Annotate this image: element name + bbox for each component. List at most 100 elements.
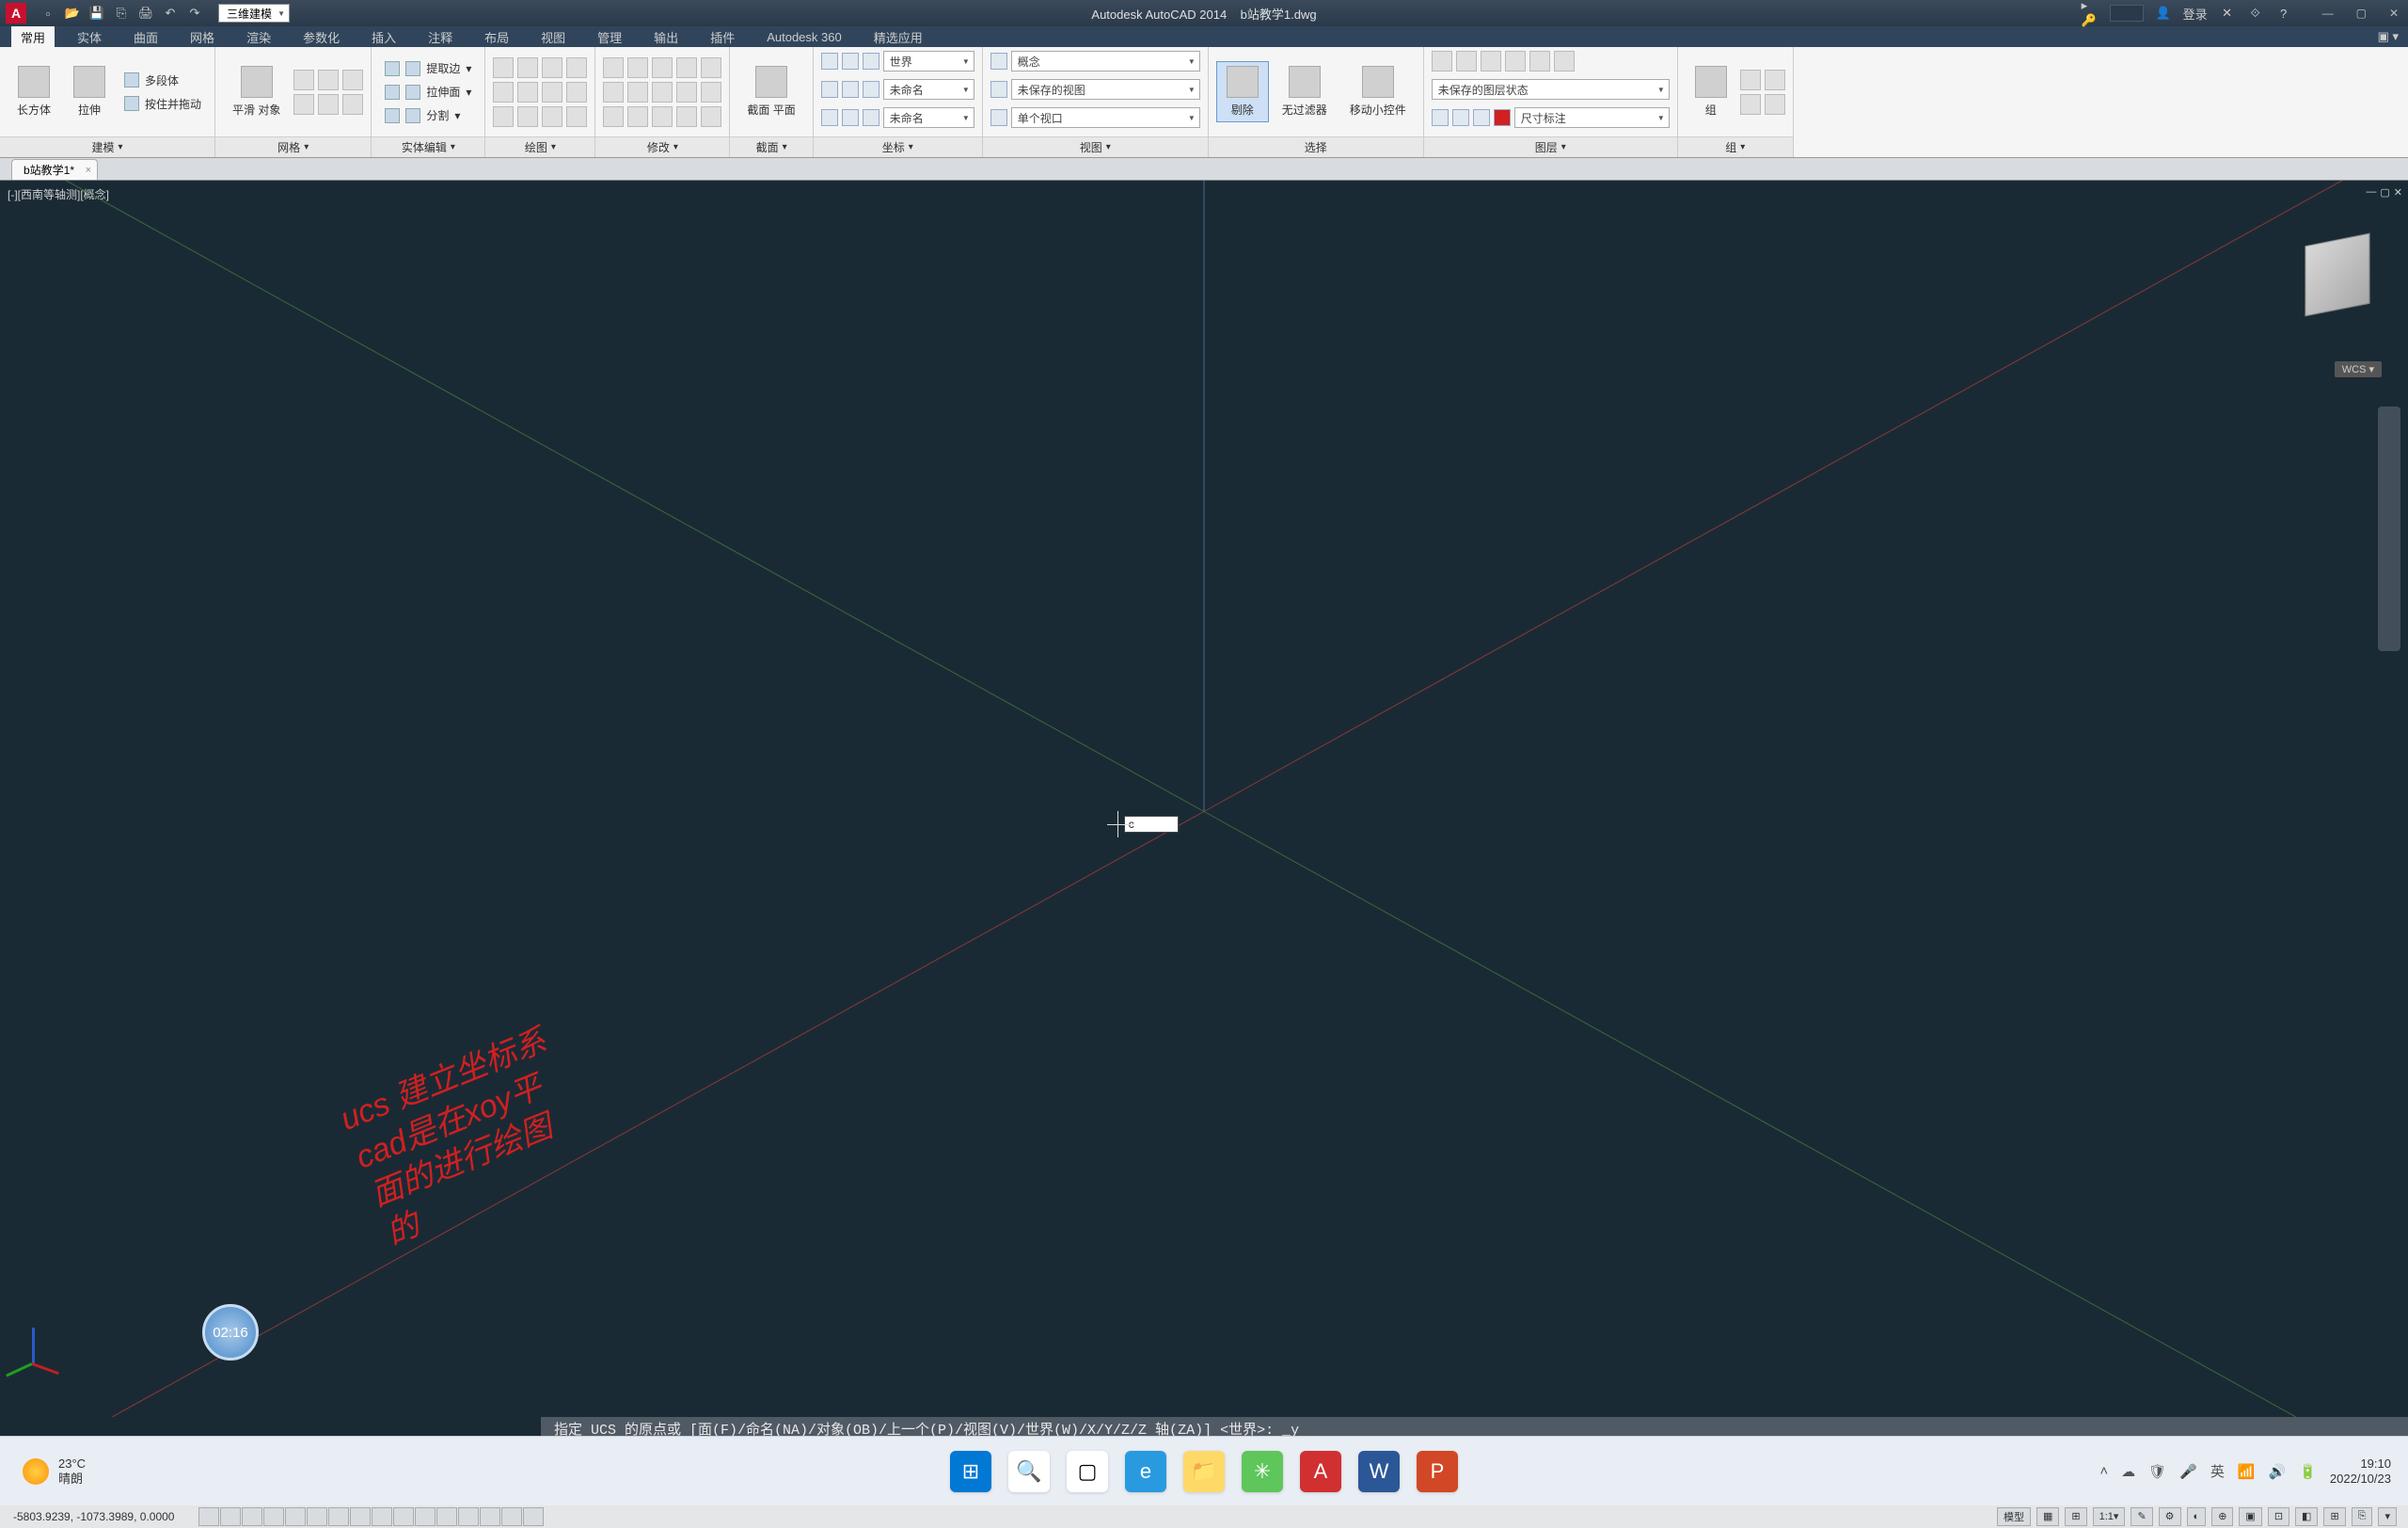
- modify-tool-icon[interactable]: [627, 82, 648, 103]
- cull-button[interactable]: 剔除: [1216, 61, 1269, 122]
- layer-color-swatch[interactable]: [1494, 109, 1511, 126]
- status-toggle-button[interactable]: [198, 1507, 219, 1526]
- exchange-icon[interactable]: ✕: [2219, 5, 2236, 22]
- autocad-icon[interactable]: A: [1300, 1451, 1341, 1492]
- annoscale-dropdown[interactable]: 1:1 ▾: [2093, 1507, 2126, 1526]
- viewport-min-icon[interactable]: —: [2366, 186, 2376, 199]
- explorer-icon[interactable]: 📁: [1183, 1451, 1225, 1492]
- qat-redo-icon[interactable]: ↷: [186, 5, 203, 22]
- status-tool-button[interactable]: ⎘: [2352, 1507, 2373, 1526]
- mesh-tool-icon[interactable]: [293, 94, 314, 115]
- layer-tool-icon[interactable]: [1554, 51, 1575, 72]
- panel-group-label[interactable]: 组: [1678, 136, 1793, 157]
- status-toggle-button[interactable]: [523, 1507, 544, 1526]
- ucs-tool-icon[interactable]: [863, 109, 879, 126]
- mesh-tool-icon[interactable]: [342, 70, 363, 90]
- coords-display[interactable]: -5803.9239, -1073.3989, 0.0000: [0, 1510, 187, 1523]
- word-icon[interactable]: W: [1358, 1451, 1400, 1492]
- tray-wifi-icon[interactable]: 📶: [2238, 1463, 2256, 1480]
- qat-print-icon[interactable]: 🖨: [137, 5, 154, 22]
- group-button[interactable]: 组: [1686, 62, 1736, 121]
- extrude-button[interactable]: 拉伸: [64, 62, 115, 121]
- split-button[interactable]: 分割▾: [379, 105, 477, 125]
- ucs-icon[interactable]: [19, 1328, 56, 1365]
- draw-tool-icon[interactable]: [566, 82, 587, 103]
- status-tool-button[interactable]: ✎: [2131, 1507, 2152, 1526]
- group-tool-icon[interactable]: [1765, 70, 1785, 90]
- draw-tool-icon[interactable]: [542, 106, 562, 127]
- qat-open-icon[interactable]: 📂: [64, 5, 81, 22]
- tray-onedrive-icon[interactable]: ☁: [2121, 1463, 2135, 1480]
- close-button[interactable]: ✕: [2389, 7, 2399, 20]
- maximize-button[interactable]: ▢: [2356, 7, 2367, 20]
- visual-style-dropdown[interactable]: 概念: [1011, 51, 1200, 72]
- ribbon-tabs-expand-icon[interactable]: ▣ ▾: [2368, 26, 2408, 47]
- layer-tool-icon[interactable]: [1481, 51, 1501, 72]
- ribbon-tab-精选应用[interactable]: 精选应用: [864, 26, 932, 47]
- modify-tool-icon[interactable]: [701, 57, 721, 78]
- ribbon-tab-布局[interactable]: 布局: [475, 26, 518, 47]
- layer-current-dropdown[interactable]: 尺寸标注: [1514, 107, 1670, 128]
- status-toggle-button[interactable]: [415, 1507, 436, 1526]
- ucs-tool-icon[interactable]: [842, 53, 859, 70]
- status-tool-button[interactable]: ⊕: [2211, 1507, 2233, 1526]
- status-toggle-button[interactable]: [307, 1507, 327, 1526]
- qat-saveas-icon[interactable]: ⎘: [113, 5, 130, 22]
- status-toggle-button[interactable]: [501, 1507, 522, 1526]
- modify-tool-icon[interactable]: [603, 106, 624, 127]
- viewcube[interactable]: [2286, 228, 2389, 331]
- viewport-icon[interactable]: [990, 109, 1007, 126]
- tray-defender-icon[interactable]: 🛡: [2148, 1463, 2166, 1480]
- panel-solid-label[interactable]: 实体编辑: [372, 136, 484, 157]
- workspace-dropdown[interactable]: 三维建模: [218, 4, 290, 23]
- modify-tool-icon[interactable]: [676, 82, 697, 103]
- start-icon[interactable]: ⊞: [950, 1451, 991, 1492]
- draw-tool-icon[interactable]: [493, 82, 514, 103]
- ribbon-tab-曲面[interactable]: 曲面: [124, 26, 167, 47]
- taskview-icon[interactable]: ▢: [1067, 1451, 1108, 1492]
- status-toggle-button[interactable]: [393, 1507, 414, 1526]
- ucs-tool-icon[interactable]: [821, 109, 838, 126]
- smooth-button[interactable]: 平滑 对象: [223, 62, 290, 121]
- ribbon-tab-插入[interactable]: 插入: [362, 26, 405, 47]
- file-tab-close-icon[interactable]: ×: [86, 165, 91, 176]
- presspull-button[interactable]: 按住并拖动: [119, 94, 207, 114]
- ribbon-tab-实体[interactable]: 实体: [68, 26, 111, 47]
- draw-tool-icon[interactable]: [493, 106, 514, 127]
- ucs-world-dropdown[interactable]: 世界: [883, 51, 974, 72]
- draw-tool-icon[interactable]: [566, 57, 587, 78]
- status-tool-button[interactable]: ⊞: [2323, 1507, 2345, 1526]
- panel-layer-label[interactable]: 图层: [1424, 136, 1677, 157]
- qat-new-icon[interactable]: ▫: [40, 5, 56, 22]
- ribbon-tab-网格[interactable]: 网格: [181, 26, 224, 47]
- ribbon-tab-参数化[interactable]: 参数化: [293, 26, 349, 47]
- panel-section-label[interactable]: 截面: [730, 136, 812, 157]
- gizmo-button[interactable]: 移动小控件: [1340, 62, 1416, 121]
- ucs-tool-icon[interactable]: [863, 81, 879, 98]
- modify-tool-icon[interactable]: [627, 57, 648, 78]
- minimize-button[interactable]: —: [2322, 7, 2334, 20]
- modify-tool-icon[interactable]: [603, 82, 624, 103]
- draw-tool-icon[interactable]: [517, 82, 538, 103]
- wcs-badge[interactable]: WCS ▾: [2335, 361, 2382, 377]
- drawing-canvas[interactable]: [-][西南等轴测][概念] — ▢ ✕ WCS ▾ ucs 建立坐标系 cad…: [0, 181, 2408, 1417]
- status-tool-button[interactable]: ◧: [2295, 1507, 2318, 1526]
- modify-tool-icon[interactable]: [627, 106, 648, 127]
- modify-tool-icon[interactable]: [603, 57, 624, 78]
- mesh-tool-icon[interactable]: [293, 70, 314, 90]
- tray-battery-icon[interactable]: 🔋: [2299, 1463, 2317, 1480]
- status-toggle-button[interactable]: [285, 1507, 306, 1526]
- qat-undo-icon[interactable]: ↶: [162, 5, 179, 22]
- infocenter-search-input[interactable]: [2110, 5, 2144, 22]
- layer-tool-icon[interactable]: [1432, 51, 1452, 72]
- taskbar-weather[interactable]: 23°C 晴朗: [0, 1456, 86, 1486]
- status-tool-button[interactable]: ▣: [2239, 1507, 2261, 1526]
- help-icon[interactable]: ?: [2275, 5, 2292, 22]
- modify-tool-icon[interactable]: [652, 57, 673, 78]
- signin-icon[interactable]: 👤: [2155, 5, 2172, 22]
- box-button[interactable]: 长方体: [8, 62, 60, 121]
- status-toggle-button[interactable]: [372, 1507, 392, 1526]
- mesh-tool-icon[interactable]: [318, 94, 339, 115]
- panel-ucs-label[interactable]: 坐标: [814, 136, 982, 157]
- ribbon-tab-常用[interactable]: 常用: [11, 26, 55, 47]
